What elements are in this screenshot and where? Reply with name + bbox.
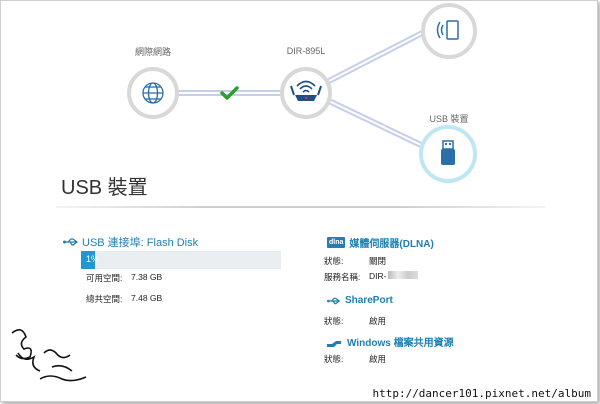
dlna-heading[interactable]: dlna 媒體伺服器(DLNA) bbox=[327, 235, 434, 250]
available-space-row: 可用空間: 7.38 GB bbox=[86, 272, 162, 284]
dlna-name-label: 服務名稱: bbox=[324, 272, 361, 282]
internet-node[interactable] bbox=[127, 67, 179, 119]
router-admin-window: 網際網路 DIR-895L USB 裝置 USB 裝置 USB 連接埠: Fla… bbox=[0, 0, 598, 402]
dlna-status-row: 狀態: 關閉 bbox=[324, 255, 386, 267]
wireless-client-node[interactable] bbox=[421, 3, 477, 59]
storage-usage-percent: 1% bbox=[86, 254, 100, 264]
windows-share-status-value: 啟用 bbox=[369, 354, 387, 364]
hand-share-icon bbox=[327, 340, 341, 347]
dlna-icon: dlna bbox=[327, 237, 346, 248]
windows-share-title: Windows 檔案共用資源 bbox=[347, 338, 454, 349]
shareport-status-row: 狀態: 啟用 bbox=[324, 315, 386, 327]
windows-share-status-row: 狀態: 啟用 bbox=[324, 353, 386, 365]
dlna-name-value: DIR- bbox=[369, 271, 387, 281]
shareport-title: SharePort bbox=[345, 295, 393, 306]
page-title: USB 裝置 bbox=[61, 177, 148, 199]
usb-port-label: USB 連接埠: Flash Disk bbox=[82, 237, 199, 249]
watermark-url: http://dancer101.pixnet.net/album bbox=[372, 387, 591, 400]
internet-label: 網際網路 bbox=[134, 47, 171, 57]
shareport-status-label: 狀態: bbox=[324, 316, 344, 326]
dlna-name-row: 服務名稱: DIR- bbox=[324, 271, 419, 283]
storage-usage-bar: 1% bbox=[81, 251, 281, 269]
shareport-heading[interactable]: SharePort bbox=[327, 295, 393, 306]
windows-share-heading[interactable]: Windows 檔案共用資源 bbox=[327, 334, 454, 349]
usb-symbol-icon bbox=[63, 238, 78, 246]
shareport-status-value: 啟用 bbox=[369, 316, 387, 326]
router-node[interactable] bbox=[280, 67, 332, 119]
dlna-status-label: 狀態: bbox=[324, 256, 344, 266]
usb-port-heading: USB 連接埠: Flash Disk bbox=[63, 234, 198, 250]
total-space-label: 總共空間: bbox=[86, 294, 123, 304]
total-space-row: 總共空間: 7.48 GB bbox=[86, 293, 162, 305]
router-label: DIR-895L bbox=[286, 46, 326, 56]
dlna-title: 媒體伺服器(DLNA) bbox=[349, 239, 434, 250]
divider bbox=[56, 206, 546, 208]
windows-share-status-label: 狀態: bbox=[324, 354, 344, 364]
available-space-label: 可用空間: bbox=[86, 273, 123, 283]
redacted-blur bbox=[388, 271, 419, 279]
total-space-value: 7.48 GB bbox=[131, 293, 163, 303]
dlna-status-value: 關閉 bbox=[369, 256, 387, 266]
usb-device-node[interactable] bbox=[419, 125, 477, 183]
usb-device-label: USB 裝置 bbox=[429, 114, 469, 124]
available-space-value: 7.38 GB bbox=[131, 272, 163, 282]
usb-symbol-icon bbox=[327, 297, 341, 304]
